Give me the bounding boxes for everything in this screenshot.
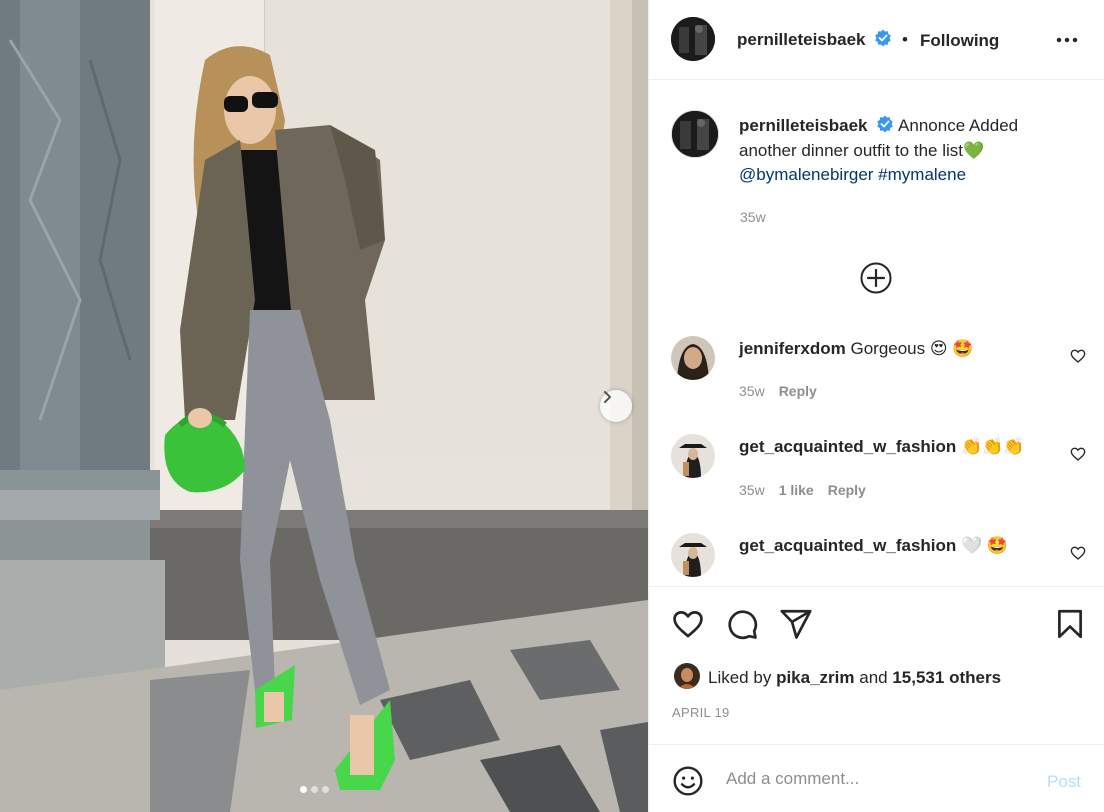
- avatar-image: [672, 111, 718, 157]
- comment-body: get_acquainted_w_fashion 👏👏👏: [739, 437, 1025, 457]
- comment-input[interactable]: [726, 767, 1026, 791]
- comment-emojis: 🤍 🤩: [961, 536, 1009, 555]
- comment-button[interactable]: [725, 607, 759, 646]
- carousel-indicator: [300, 786, 329, 793]
- comment-body: get_acquainted_w_fashion 🤍 🤩: [739, 536, 1008, 556]
- load-more-comments-button[interactable]: [860, 262, 892, 299]
- post-caption: pernilleteisbaek Annonce Added another d…: [739, 114, 1079, 188]
- green-heart-emoji: 💚: [962, 140, 985, 160]
- comment-avatar[interactable]: [671, 336, 715, 380]
- liker-username[interactable]: pika_zrim: [776, 668, 854, 687]
- comment-composer: Post: [649, 744, 1104, 812]
- comment-username[interactable]: get_acquainted_w_fashion: [739, 437, 956, 456]
- carousel-dot: [322, 786, 329, 793]
- author-avatar[interactable]: [671, 17, 715, 61]
- comment-meta: 35w Reply: [739, 383, 831, 399]
- avatar-image: [671, 336, 715, 380]
- post-actions: [649, 586, 1104, 744]
- comment-emojis: 😍 🤩: [929, 339, 974, 358]
- chevron-right-icon: [604, 391, 611, 403]
- likes-conjunction: and: [859, 668, 888, 687]
- avatar-image: [671, 17, 715, 61]
- caption-username[interactable]: pernilleteisbaek: [739, 116, 868, 135]
- post-side-panel: pernilleteisbaek • Following pernilletei…: [648, 0, 1104, 812]
- avatar-image: [671, 434, 715, 478]
- comment-like-button[interactable]: [1070, 348, 1086, 369]
- comment-likes-count[interactable]: 1 like: [779, 482, 814, 498]
- carousel-dot-active: [300, 786, 307, 793]
- more-icon: [1056, 37, 1078, 43]
- verified-badge-icon: [875, 29, 891, 47]
- caption-mention-link[interactable]: @bymalenebirger: [739, 165, 873, 184]
- share-icon: [780, 609, 812, 639]
- comment-avatar[interactable]: [671, 434, 715, 478]
- like-button[interactable]: [671, 607, 705, 646]
- post-date[interactable]: APRIL 19: [672, 705, 730, 720]
- save-button[interactable]: [1053, 607, 1087, 646]
- comment-body: jenniferxdom Gorgeous 😍 🤩: [739, 339, 974, 359]
- comment-reply-button[interactable]: Reply: [779, 383, 817, 399]
- avatar-image: [671, 533, 715, 577]
- share-button[interactable]: [779, 607, 813, 646]
- post-header: pernilleteisbaek • Following: [649, 0, 1104, 80]
- comment-emojis: 👏👏👏: [961, 437, 1025, 456]
- author-username[interactable]: pernilleteisbaek: [737, 30, 866, 49]
- heart-icon: [1070, 447, 1086, 461]
- comment-avatar[interactable]: [671, 533, 715, 577]
- avatar-image: [674, 663, 700, 689]
- caption-author-avatar[interactable]: [671, 110, 719, 158]
- likes-others-link[interactable]: 15,531 others: [892, 668, 1001, 687]
- caption-timestamp[interactable]: 35w: [740, 209, 766, 225]
- emoji-icon: [673, 766, 703, 796]
- caption-hashtag-link[interactable]: #mymalene: [878, 165, 966, 184]
- emoji-picker-button[interactable]: [672, 765, 704, 802]
- comment-meta: 35w 1 like Reply: [739, 482, 880, 498]
- comment-username[interactable]: jenniferxdom: [739, 339, 846, 358]
- post-photo[interactable]: [0, 0, 648, 812]
- add-circle-icon: [860, 262, 892, 294]
- likes-prefix: Liked by: [708, 668, 772, 687]
- comment-icon: [728, 610, 758, 640]
- carousel-dot: [311, 786, 318, 793]
- save-icon: [1058, 609, 1082, 639]
- comment-timestamp[interactable]: 35w: [739, 383, 765, 399]
- comment-reply-button[interactable]: Reply: [828, 482, 866, 498]
- comment-like-button[interactable]: [1070, 446, 1086, 467]
- following-button[interactable]: Following: [920, 31, 999, 51]
- photo-illustration: [0, 0, 648, 812]
- heart-icon: [1070, 546, 1086, 560]
- comment-timestamp[interactable]: 35w: [739, 482, 765, 498]
- more-options-button[interactable]: [1054, 28, 1080, 57]
- comment-like-button[interactable]: [1070, 545, 1086, 566]
- header-separator: •: [902, 30, 908, 49]
- liker-avatar[interactable]: [674, 663, 700, 689]
- comment-username[interactable]: get_acquainted_w_fashion: [739, 536, 956, 555]
- post-comment-button[interactable]: Post: [1047, 772, 1081, 792]
- heart-icon: [1070, 349, 1086, 363]
- next-slide-button[interactable]: [600, 390, 632, 422]
- comment-text: Gorgeous: [850, 339, 926, 358]
- heart-icon: [673, 611, 703, 638]
- likes-summary: Liked by pika_zrim and 15,531 others: [708, 668, 1001, 688]
- verified-badge-icon: [877, 115, 894, 133]
- author-name-group[interactable]: pernilleteisbaek: [737, 29, 892, 50]
